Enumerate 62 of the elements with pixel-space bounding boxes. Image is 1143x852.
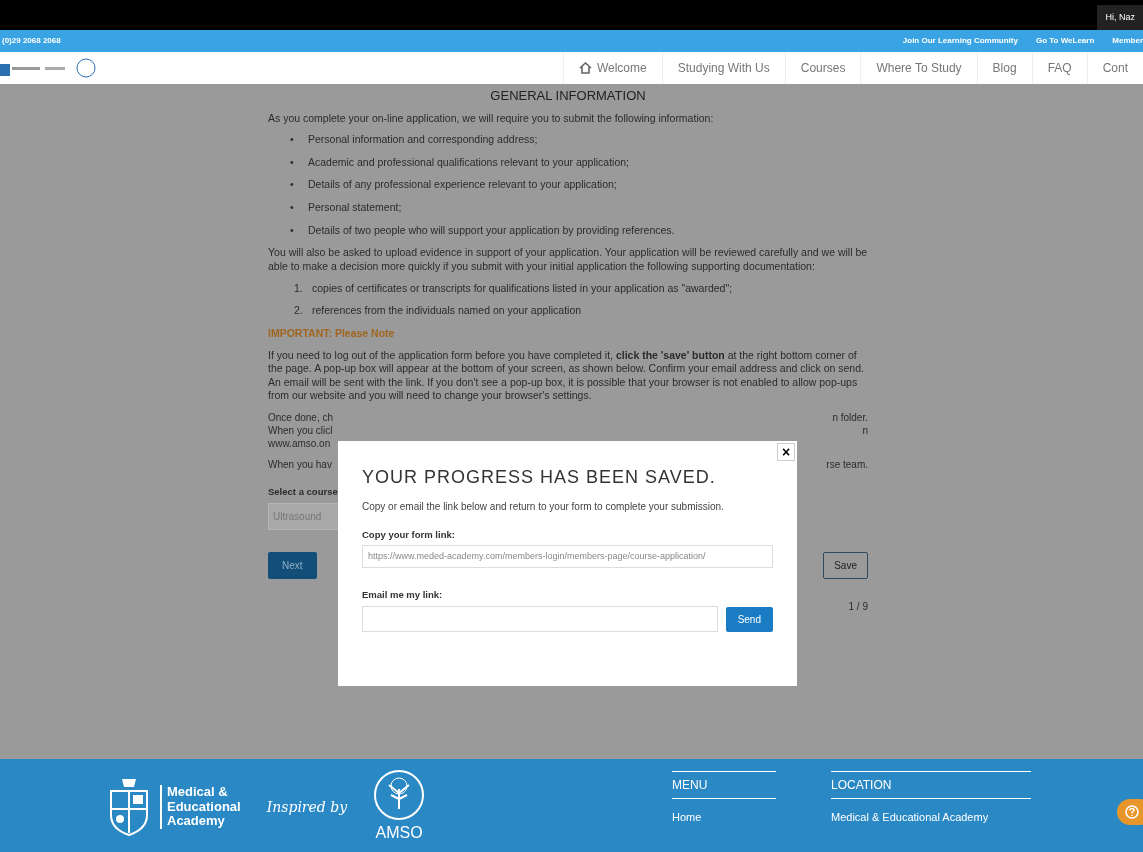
list-item: Personal information and corresponding address; — [308, 133, 538, 147]
nav-link[interactable]: Blog — [976, 52, 1032, 84]
nav-link[interactable]: Courses — [784, 52, 861, 84]
footer-link[interactable]: Home — [672, 809, 776, 826]
logo-text: Academy — [167, 814, 226, 830]
tree-logo-icon — [373, 769, 426, 821]
text-fragment: When you clicl — [268, 424, 333, 438]
nav-link[interactable]: Cont — [1086, 52, 1143, 84]
address-text: Medical & Educational Academy — [831, 810, 990, 826]
list-item: Details of any professional experience relevant to your application; — [308, 178, 617, 193]
top-link[interactable]: Join Our Learning Community — [902, 35, 1018, 47]
list-marker: • — [290, 133, 295, 147]
home-icon — [578, 62, 592, 74]
paragraph: You will also be asked to upload evidence in support of your application. Your application will be reviewed carefully and we will be able to make a decision more quickly if you submit with your initial application the following supporting documentation: — [268, 246, 868, 274]
list-marker: • — [290, 201, 295, 215]
text-fragment: Once done, ch — [268, 411, 334, 425]
top-link[interactable]: Member — [1112, 35, 1143, 47]
list-marker: 1. — [294, 281, 304, 296]
footer-heading: LOCATION — [831, 771, 1031, 800]
save-button[interactable]: Save — [823, 552, 868, 580]
next-button[interactable]: Next — [268, 552, 317, 580]
footer-heading: MENU — [672, 771, 776, 800]
logo-text: AMSO — [375, 823, 423, 843]
link-field[interactable]: https://www.meded-academy.com/members-login/members-page/course-application/ — [362, 544, 773, 569]
help-icon — [1125, 805, 1139, 819]
text-fragment: rse team. — [826, 458, 868, 472]
top-link[interactable]: Go To WeLearn — [1035, 35, 1095, 47]
email-field[interactable] — [362, 605, 718, 632]
field-label: Select a course — [268, 485, 339, 500]
logo-text: Educational — [167, 799, 241, 815]
list-item: Personal statement; — [308, 201, 402, 215]
close-button[interactable]: × — [777, 443, 795, 461]
send-button[interactable]: Send — [725, 606, 773, 632]
page-indicator: 1 / 9 — [848, 600, 868, 615]
nav-link[interactable]: FAQ — [1031, 52, 1087, 84]
shield-logo-icon — [108, 777, 150, 837]
text-fragment: n folder. — [832, 411, 868, 425]
text-fragment: When you hav — [268, 458, 332, 472]
text-fragment: n — [862, 424, 868, 438]
note-heading: IMPORTANT: Please Note — [268, 326, 396, 341]
nav-link[interactable]: Where To Study — [860, 52, 977, 84]
text-fragment: www.amso.on — [268, 437, 331, 451]
paragraph: If you need to log out of the application form before you have completed it, click the 'save' button at the right bottom corner of the page. A pop-up box will appear at the bottom of your screen, as shown below. Confirm your email address and click on send. An email will be sent with the link. If you don't see a pop-up box, it is possible that your browser is not enabled to allow pop-ups from our website and you will need to change your browser's settings. — [268, 348, 865, 404]
paragraph: As you complete your on-line application, we will require you to submit the following information: — [268, 111, 715, 126]
nav-link[interactable]: Welcome — [562, 52, 662, 84]
list-marker: • — [290, 178, 295, 193]
nav-link[interactable]: Studying With Us — [661, 52, 785, 84]
list-item: Academic and professional qualifications relevant to your application; — [308, 155, 630, 170]
tagline-text: Inspired by — [266, 797, 348, 817]
logo-text: Medical & — [167, 784, 229, 800]
list-item: Details of two people who will support your application by providing references. — [308, 223, 675, 238]
list-marker: • — [290, 155, 295, 170]
modal-title: YOUR PROGRESS HAS BEEN SAVED. — [362, 467, 717, 489]
phone-number: (0)29 2068 2068 — [2, 35, 61, 47]
list-item: references from the individuals named on your application — [312, 304, 582, 318]
page-heading: GENERAL INFORMATION — [489, 87, 647, 105]
help-button[interactable] — [1117, 799, 1143, 825]
greeting-text: Hi, Naz — [1097, 4, 1143, 30]
list-marker: 2. — [294, 304, 304, 318]
list-marker: • — [290, 223, 295, 238]
field-label: Email me my link: — [362, 588, 444, 603]
list-item: copies of certificates or transcripts for qualifications listed in your application as "awarded"; — [312, 281, 733, 296]
